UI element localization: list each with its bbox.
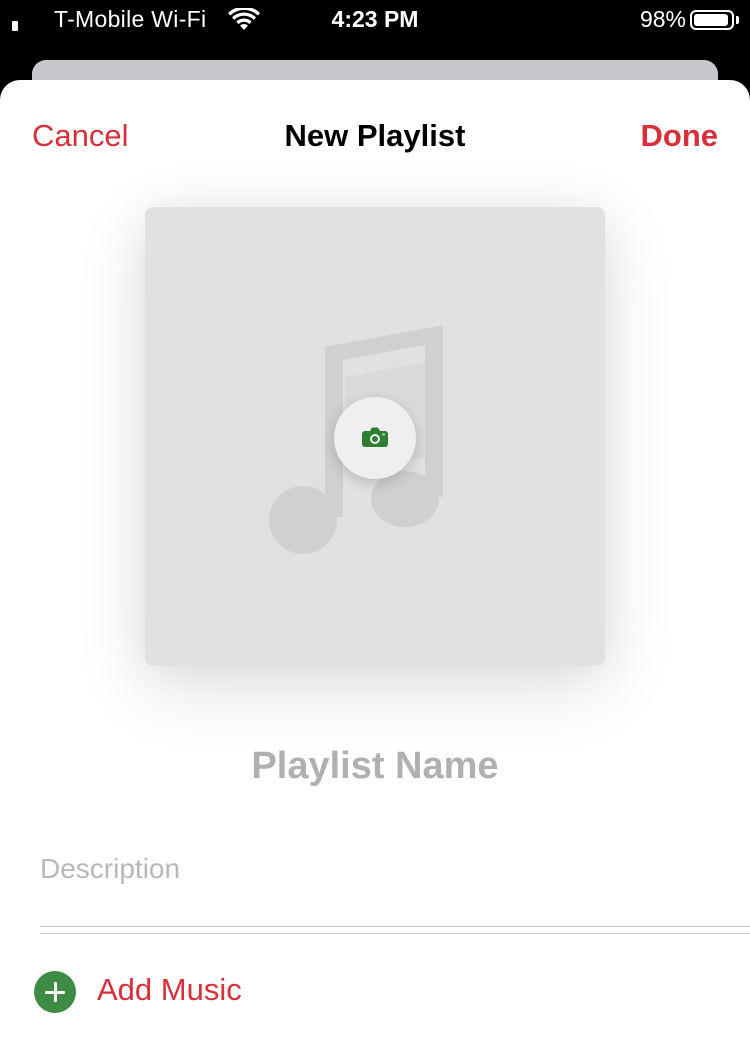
- battery-fill: [694, 14, 729, 26]
- camera-icon: [362, 427, 388, 447]
- done-button[interactable]: Done: [641, 118, 719, 154]
- clock: 4:23 PM: [331, 6, 419, 32]
- divider: [40, 926, 750, 927]
- battery-nub: [736, 16, 739, 24]
- camera-button[interactable]: [334, 397, 416, 479]
- description-field[interactable]: Description: [40, 853, 180, 885]
- page-title: New Playlist: [284, 118, 466, 153]
- status-bar: T-Mobile Wi-Fi 4:23 PM 98%: [0, 0, 750, 42]
- battery-icon: [690, 10, 734, 30]
- battery-percent: 98%: [639, 6, 686, 32]
- add-music-label: Add Music: [97, 972, 242, 1007]
- divider: [40, 933, 750, 934]
- plus-circle-icon: [34, 971, 76, 1013]
- playlist-name-field[interactable]: Playlist Name: [0, 745, 750, 788]
